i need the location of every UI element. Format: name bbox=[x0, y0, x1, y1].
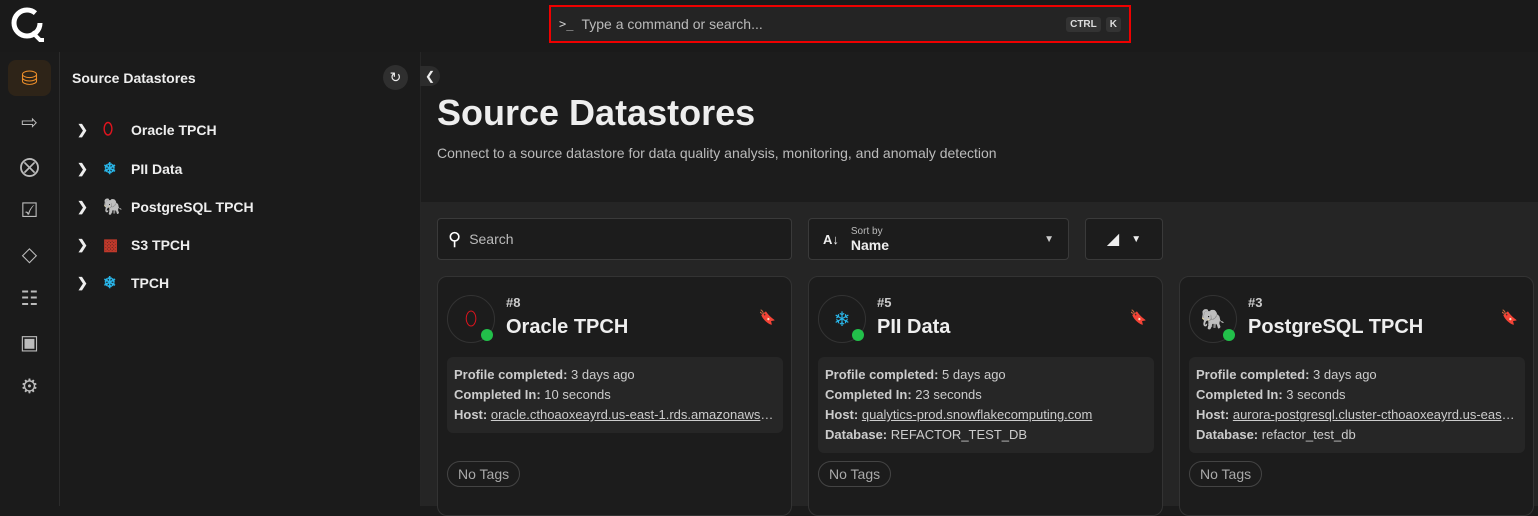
snowflake-icon: ❄ bbox=[103, 275, 117, 292]
sort-az-icon: A↓ bbox=[823, 231, 839, 247]
clipboard-check-icon[interactable]: ☑ bbox=[8, 192, 51, 228]
s3-icon: ▩ bbox=[103, 237, 119, 254]
tree-item-label: Oracle TPCH bbox=[131, 122, 217, 138]
tree-item-label: S3 TPCH bbox=[131, 237, 191, 253]
card-info: Profile completed: 3 days ago Completed … bbox=[1189, 357, 1525, 453]
value: 10 seconds bbox=[544, 387, 611, 402]
tags-chip[interactable]: No Tags bbox=[447, 461, 521, 487]
caret-down-icon: ▼ bbox=[1131, 233, 1142, 245]
label: Database: bbox=[1196, 427, 1259, 442]
tags-chip[interactable]: No Tags bbox=[818, 461, 892, 487]
label: Completed In: bbox=[825, 387, 912, 402]
postgres-icon: 🐘 bbox=[103, 199, 123, 216]
sort-select[interactable]: A↓ Sort by Name ▼ bbox=[808, 218, 1069, 260]
tree-item-label: PostgreSQL TPCH bbox=[131, 199, 254, 215]
filter-icon: ◢ bbox=[1106, 231, 1120, 248]
tree-item[interactable]: ❯ ▩ S3 TPCH bbox=[77, 235, 190, 255]
filter-button[interactable]: ◢ ▼ bbox=[1085, 218, 1163, 260]
search-icon: ⚲ bbox=[448, 228, 462, 249]
tree-item[interactable]: ❯ ❄ PII Data bbox=[77, 159, 182, 179]
label: Profile completed: bbox=[1196, 367, 1310, 382]
tree-item[interactable]: ❯ ❄ TPCH bbox=[77, 273, 169, 293]
compass-icon[interactable]: ⨂ bbox=[8, 148, 51, 184]
sort-value: Name bbox=[850, 236, 890, 253]
search-placeholder: Search bbox=[469, 231, 514, 247]
tags-chip[interactable]: No Tags bbox=[1189, 461, 1263, 487]
card-name[interactable]: PostgreSQL TPCH bbox=[1248, 316, 1423, 339]
collapse-sidebar-button[interactable]: ❮ bbox=[420, 66, 440, 86]
chevron-right-icon[interactable]: ❯ bbox=[77, 122, 103, 138]
database-import-icon[interactable]: ⇨ bbox=[8, 104, 51, 140]
snowflake-icon: ❄ bbox=[103, 161, 117, 178]
tree-item[interactable]: ❯ 🐘 PostgreSQL TPCH bbox=[77, 197, 254, 217]
tree-item-label: TPCH bbox=[131, 275, 170, 291]
tree-item[interactable]: ❯ ⬯ Oracle TPCH bbox=[77, 121, 217, 139]
label: Host: bbox=[825, 407, 859, 422]
card-id: #5 bbox=[877, 295, 892, 310]
hierarchy-icon[interactable]: ☷ bbox=[8, 280, 51, 316]
shortcut-k: K bbox=[1105, 16, 1121, 32]
top-bar: >_ Type a command or search... CTRL K bbox=[0, 0, 1538, 52]
label: Profile completed: bbox=[825, 367, 939, 382]
robot-icon[interactable]: ▣ bbox=[8, 324, 51, 360]
label: Host: bbox=[454, 407, 488, 422]
bookmark-icon[interactable]: 🔖 bbox=[1130, 309, 1147, 326]
terminal-icon: >_ bbox=[559, 17, 574, 31]
host-link[interactable]: aurora-postgresql.cluster-cthoaoxeayrd.u… bbox=[1233, 407, 1518, 422]
main-content: Source Datastores Connect to a source da… bbox=[420, 52, 1538, 516]
gear-icon[interactable]: ⚙ bbox=[8, 368, 51, 404]
chevron-right-icon[interactable]: ❯ bbox=[77, 199, 103, 215]
host-link[interactable]: qualytics-prod.snowflakecomputing.com bbox=[862, 407, 1093, 422]
status-dot bbox=[481, 329, 493, 341]
card-name[interactable]: PII Data bbox=[877, 316, 950, 339]
card-info: Profile completed: 3 days ago Completed … bbox=[447, 357, 783, 433]
datastore-tree: Source Datastores ↻ ❯ ⬯ Oracle TPCH ❯ ❄ PII … bbox=[61, 52, 420, 506]
datastore-panel: ⚲ Search A↓ Sort by Name ▼ ◢ ▼ ⬯ #8 Oracle … bbox=[421, 202, 1538, 516]
status-dot bbox=[1223, 329, 1235, 341]
sort-label: Sort by bbox=[850, 225, 883, 237]
command-placeholder: Type a command or search... bbox=[581, 16, 763, 32]
chevron-right-icon[interactable]: ❯ bbox=[77, 275, 103, 291]
page-title: Source Datastores bbox=[437, 92, 756, 133]
tree-item-label: PII Data bbox=[131, 161, 183, 177]
bookmark-icon[interactable]: 🔖 bbox=[759, 309, 776, 326]
label: Profile completed: bbox=[454, 367, 568, 382]
tree-title: Source Datastores bbox=[72, 70, 196, 86]
chevron-right-icon[interactable]: ❯ bbox=[77, 237, 103, 253]
card-id: #3 bbox=[1248, 295, 1263, 310]
database-icon[interactable]: ⛁ bbox=[8, 60, 51, 96]
label: Database: bbox=[825, 427, 888, 442]
shortcut-ctrl: CTRL bbox=[1066, 16, 1101, 32]
value: 3 days ago bbox=[571, 367, 635, 382]
search-input[interactable]: ⚲ Search bbox=[437, 218, 792, 260]
label: Host: bbox=[1196, 407, 1230, 422]
host-link[interactable]: oracle.cthoaoxeayrd.us-east-1.rds.amazon… bbox=[491, 407, 776, 422]
value: 5 days ago bbox=[942, 367, 1006, 382]
status-dot bbox=[852, 329, 864, 341]
datastore-card[interactable]: ❄ #5 PII Data 🔖 Profile completed: 5 day… bbox=[808, 276, 1163, 516]
caret-down-icon: ▼ bbox=[1044, 233, 1054, 245]
value: refactor_test_db bbox=[1261, 427, 1356, 442]
value: REFACTOR_TEST_DB bbox=[890, 427, 1028, 442]
card-info: Profile completed: 5 days ago Completed … bbox=[818, 357, 1154, 453]
datastore-card[interactable]: ⬯ #8 Oracle TPCH 🔖 Profile completed: 3 … bbox=[437, 276, 792, 516]
chevron-right-icon[interactable]: ❯ bbox=[77, 161, 103, 177]
card-id: #8 bbox=[506, 295, 521, 310]
tag-icon[interactable]: ◇ bbox=[8, 236, 51, 272]
value: 3 seconds bbox=[1286, 387, 1346, 402]
app-logo[interactable] bbox=[10, 6, 46, 42]
bookmark-icon[interactable]: 🔖 bbox=[1501, 309, 1518, 326]
page-subtitle: Connect to a source datastore for data q… bbox=[437, 145, 997, 161]
refresh-button[interactable]: ↻ bbox=[383, 65, 408, 90]
label: Completed In: bbox=[1196, 387, 1283, 402]
oracle-icon: ⬯ bbox=[103, 121, 114, 138]
datastore-card[interactable]: 🐘 #3 PostgreSQL TPCH 🔖 Profile completed… bbox=[1179, 276, 1534, 516]
value: 3 days ago bbox=[1313, 367, 1377, 382]
value: 23 seconds bbox=[915, 387, 982, 402]
card-name[interactable]: Oracle TPCH bbox=[506, 316, 628, 339]
command-search[interactable]: >_ Type a command or search... CTRL K bbox=[549, 5, 1131, 43]
icon-rail: ⛁ ⇨ ⨂ ☑ ◇ ☷ ▣ ⚙ bbox=[0, 52, 60, 506]
label: Completed In: bbox=[454, 387, 541, 402]
